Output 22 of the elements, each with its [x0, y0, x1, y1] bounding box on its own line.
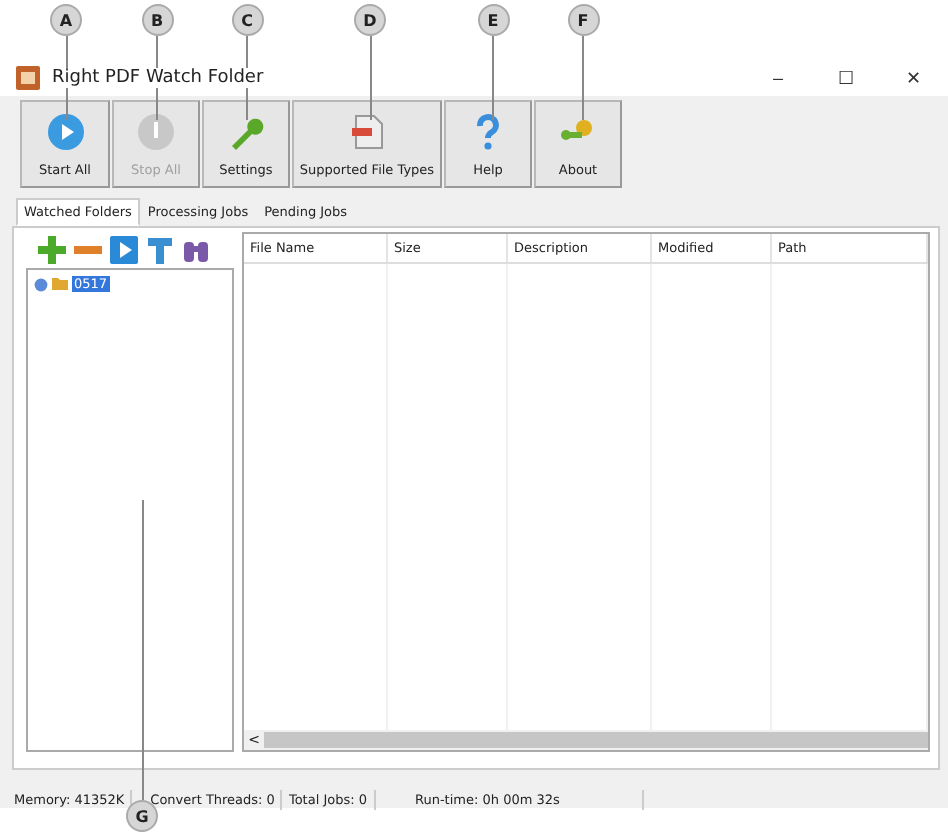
folder-icon [52, 278, 68, 290]
window-control-button[interactable]: ☐ [812, 60, 880, 96]
window-control-button[interactable]: – [744, 60, 812, 96]
scrollbar-thumb[interactable] [264, 732, 928, 748]
play-icon[interactable] [110, 236, 138, 264]
leader-line [492, 36, 494, 120]
callout-label: C [231, 4, 263, 36]
app-icon [16, 66, 40, 90]
window-control-button[interactable]: ✕ [880, 60, 948, 96]
callout-label: B [141, 4, 173, 36]
stop-icon [136, 111, 176, 151]
callout-label: A [50, 4, 82, 36]
expand-icon[interactable] [34, 277, 48, 291]
leader-line [582, 36, 584, 120]
window-title: Right PDF Watch Folder [52, 68, 264, 88]
callout-label: F [567, 4, 599, 36]
play-icon [45, 111, 85, 151]
add-icon[interactable] [38, 236, 66, 264]
callout-label: E [477, 4, 509, 36]
callout-label: D [354, 4, 386, 36]
document-icon [347, 111, 387, 151]
leader-line [369, 36, 371, 120]
